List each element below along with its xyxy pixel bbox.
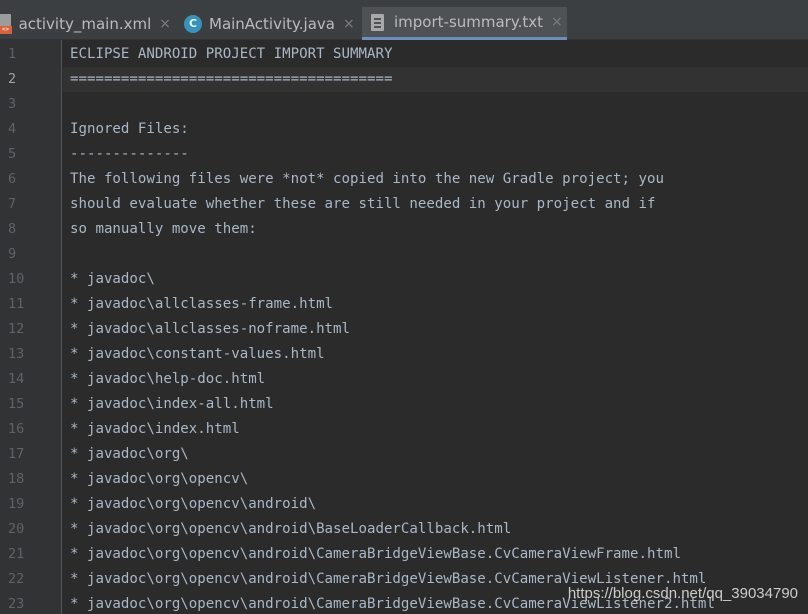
code-line[interactable]: * javadoc\index-all.html	[70, 392, 715, 417]
close-icon[interactable]: ×	[159, 16, 171, 32]
line-number: 11	[8, 296, 25, 312]
tab-main-activity-java[interactable]: C MainActivity.java ×	[184, 7, 356, 40]
code-line[interactable]: Ignored Files:	[70, 117, 715, 142]
line-number: 14	[8, 371, 25, 387]
code-line[interactable]: * javadoc\allclasses-frame.html	[70, 292, 715, 317]
line-number: 5	[8, 146, 17, 162]
tab-import-summary-txt[interactable]: import-summary.txt ×	[362, 7, 567, 40]
code-line[interactable]: * javadoc\help-doc.html	[70, 367, 715, 392]
code-line[interactable]: * javadoc\org\opencv\android\CameraBridg…	[70, 542, 715, 567]
close-icon[interactable]: ×	[551, 14, 563, 30]
code-line[interactable]: * javadoc\allclasses-noframe.html	[70, 317, 715, 342]
line-number: 15	[8, 396, 25, 412]
line-number: 18	[8, 471, 25, 487]
code-editor[interactable]: 1 2 3 4 5 6 7 8 9 10 11 12 13 14 15 16 17 18 19 20 21 22 23 EC…	[0, 40, 808, 614]
code-line[interactable]: ECLIPSE ANDROID PROJECT IMPORT SUMMARY	[70, 42, 715, 67]
line-number-gutter: 1 2 3 4 5 6 7 8 9 10 11 12 13 14 15 16 17 18 19 20 21 22 23	[0, 40, 62, 614]
code-line[interactable]: * javadoc\org\opencv\	[70, 467, 715, 492]
line-number: 23	[8, 596, 25, 612]
tab-label: activity_main.xml	[18, 14, 152, 33]
text-file-icon	[371, 13, 384, 31]
code-line[interactable]: The following files were *not* copied in…	[70, 167, 715, 192]
code-line[interactable]: * javadoc\	[70, 267, 715, 292]
line-number: 3	[8, 96, 17, 112]
code-line[interactable]: so manually move them:	[70, 217, 715, 242]
line-number: 2	[8, 71, 17, 87]
line-number: 21	[8, 546, 25, 562]
line-number: 12	[8, 321, 25, 337]
line-number: 20	[8, 521, 25, 537]
line-number: 4	[8, 121, 17, 137]
line-number: 16	[8, 421, 25, 437]
tab-label: import-summary.txt	[394, 13, 543, 31]
code-line[interactable]: * javadoc\index.html	[70, 417, 715, 442]
code-text[interactable]: ECLIPSE ANDROID PROJECT IMPORT SUMMARY ==…	[70, 42, 715, 614]
editor-tab-bar: <> activity_main.xml × C MainActivity.ja…	[0, 0, 808, 40]
code-line[interactable]: * javadoc\org\opencv\android\	[70, 492, 715, 517]
watermark: https://blog.csdn.net/qq_39034790	[567, 585, 798, 602]
code-line[interactable]: * javadoc\org\opencv\android\BaseLoaderC…	[70, 517, 715, 542]
code-line[interactable]: should evaluate whether these are still …	[70, 192, 715, 217]
line-number: 6	[8, 171, 17, 187]
xml-layout-file-icon: <>	[0, 13, 13, 34]
line-numbers: 1 2 3 4 5 6 7 8 9 10 11 12 13 14 15 16 17 18 19 20 21 22 23	[0, 42, 62, 614]
code-line[interactable]	[70, 92, 715, 117]
line-number: 22	[8, 571, 25, 587]
line-number: 8	[8, 221, 17, 237]
java-class-icon: C	[184, 14, 202, 33]
code-line[interactable]: * javadoc\constant-values.html	[70, 342, 715, 367]
line-number: 13	[8, 346, 25, 362]
line-number: 7	[8, 196, 17, 212]
tab-activity-main-xml[interactable]: <> activity_main.xml ×	[0, 7, 171, 40]
line-number: 19	[8, 496, 25, 512]
code-line[interactable]: * javadoc\org\	[70, 442, 715, 467]
line-number: 9	[8, 246, 17, 262]
code-line[interactable]: ======================================	[70, 67, 715, 92]
tab-label: MainActivity.java	[209, 14, 335, 33]
code-line[interactable]: --------------	[70, 142, 715, 167]
code-line[interactable]	[70, 242, 715, 267]
close-icon[interactable]: ×	[343, 16, 355, 32]
line-number: 17	[8, 446, 25, 462]
line-number: 1	[8, 46, 17, 62]
ide-window: <> activity_main.xml × C MainActivity.ja…	[0, 0, 808, 614]
line-number: 10	[8, 271, 25, 287]
